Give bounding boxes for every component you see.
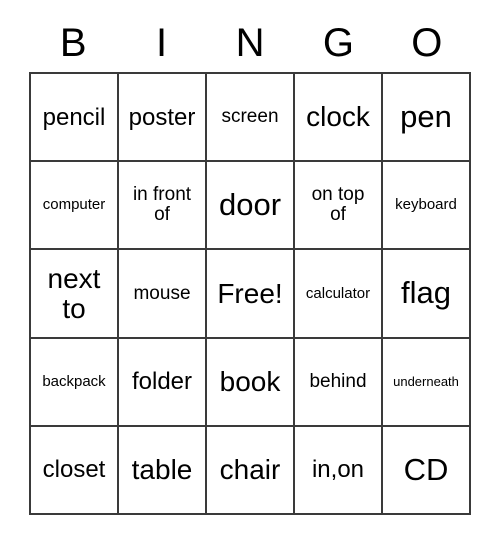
bingo-card: B I N G O pencil poster screen clock pen… xyxy=(0,0,500,544)
bingo-cell-g3[interactable]: calculator xyxy=(295,250,383,339)
bingo-cell-b3[interactable]: next to xyxy=(31,250,119,339)
bingo-cell-label: screen xyxy=(221,106,279,128)
bingo-cell-i2[interactable]: in front of xyxy=(119,162,207,251)
bingo-cell-o2[interactable]: keyboard xyxy=(383,162,471,251)
bingo-cell-o4[interactable]: underneath xyxy=(383,338,471,427)
bingo-cell-label: mouse xyxy=(133,282,191,304)
bingo-row: backpack folder book behind underneath xyxy=(31,338,471,427)
bingo-cell-g5[interactable]: in,on xyxy=(295,426,383,516)
bingo-cell-label: chair xyxy=(219,454,281,486)
bingo-cell-label: calculator xyxy=(305,284,371,302)
bingo-cell-b1[interactable]: pencil xyxy=(31,74,119,163)
bingo-cell-o5[interactable]: CD xyxy=(383,426,471,516)
bingo-cell-n5[interactable]: chair xyxy=(207,426,295,516)
bingo-cell-label: pencil xyxy=(42,103,106,131)
bingo-cell-label: door xyxy=(218,187,282,223)
bingo-cell-label: underneath xyxy=(393,373,459,389)
bingo-cell-g1[interactable]: clock xyxy=(295,74,383,163)
bingo-cell-label: clock xyxy=(306,101,370,133)
bingo-cell-n2[interactable]: door xyxy=(207,162,295,251)
bingo-cell-b5[interactable]: closet xyxy=(31,426,119,516)
bingo-cell-label: poster xyxy=(128,103,196,131)
bingo-cell-label: CD xyxy=(403,451,449,487)
bingo-cell-label: book xyxy=(219,366,281,398)
bingo-cell-n4[interactable]: book xyxy=(207,338,295,427)
bingo-row: pencil poster screen clock pen xyxy=(31,74,471,163)
bingo-cell-b4[interactable]: backpack xyxy=(31,338,119,427)
bingo-cell-label: pen xyxy=(400,98,452,134)
bingo-row: closet table chair in,on CD xyxy=(31,426,471,516)
bingo-cell-i1[interactable]: poster xyxy=(119,74,207,163)
bingo-row: next to mouse Free! calculator flag xyxy=(31,250,471,339)
bingo-cell-label: folder xyxy=(131,368,193,396)
bingo-header-row: B I N G O xyxy=(29,14,471,72)
bingo-cell-label: in,on xyxy=(311,456,365,484)
bingo-cell-label: on top of xyxy=(311,184,365,226)
bingo-cell-label: next to xyxy=(47,263,101,324)
bingo-cell-label: behind xyxy=(309,370,367,392)
bingo-cell-free-space[interactable]: Free! xyxy=(207,250,295,339)
bingo-cell-g2[interactable]: on top of xyxy=(295,162,383,251)
header-letter-b: B xyxy=(59,21,87,65)
bingo-cell-n1[interactable]: screen xyxy=(207,74,295,163)
bingo-cell-label: in front of xyxy=(132,184,192,226)
bingo-cell-i4[interactable]: folder xyxy=(119,338,207,427)
bingo-cell-label: table xyxy=(131,454,193,486)
bingo-cell-o1[interactable]: pen xyxy=(383,74,471,163)
bingo-cell-label: closet xyxy=(42,456,106,484)
bingo-cell-label: keyboard xyxy=(395,196,457,214)
bingo-cell-o3[interactable]: flag xyxy=(383,250,471,339)
bingo-cell-b2[interactable]: computer xyxy=(31,162,119,251)
header-letter-n: N xyxy=(235,21,265,65)
bingo-row: computer in front of door on top of keyb… xyxy=(31,162,471,251)
bingo-cell-i5[interactable]: table xyxy=(119,426,207,516)
header-letter-g: G xyxy=(322,21,354,65)
bingo-free-space-label: Free! xyxy=(217,277,283,309)
bingo-cell-g4[interactable]: behind xyxy=(295,338,383,427)
bingo-cell-label: backpack xyxy=(42,372,106,390)
header-letter-o: O xyxy=(411,21,443,65)
bingo-cell-i3[interactable]: mouse xyxy=(119,250,207,339)
bingo-cell-label: computer xyxy=(42,196,106,214)
bingo-cell-label: flag xyxy=(401,275,451,311)
header-letter-i: I xyxy=(156,21,168,65)
bingo-grid: pencil poster screen clock pen computer … xyxy=(29,72,471,516)
